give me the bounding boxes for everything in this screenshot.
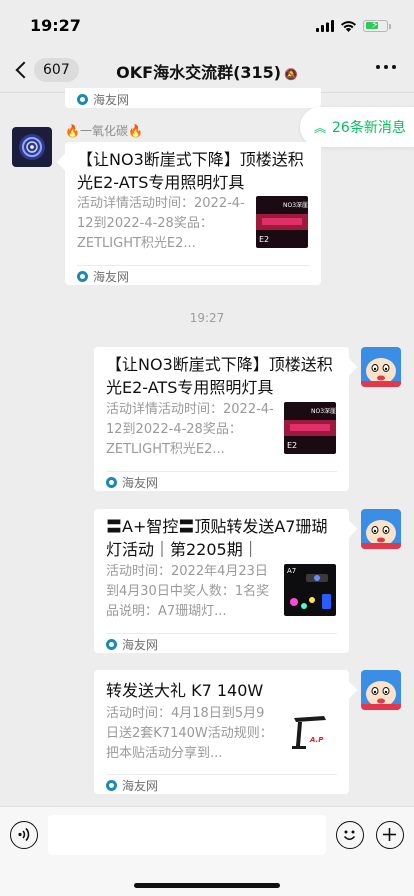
card-thumbnail: NO3深崖 50本赠画 E2	[284, 402, 336, 454]
card-title: 【让NO3断崖式下降】顶楼送积光E2-ATS专用照明灯具	[106, 355, 333, 397]
card-title: 转发送大礼 K7 140W	[106, 681, 264, 700]
partial-message-card[interactable]: 海友网	[65, 88, 321, 108]
card-title: 〓A+智控〓顶贴转发送A7珊瑚灯活动｜第2205期｜	[106, 517, 328, 559]
new-messages-label: 26条新消息	[332, 120, 406, 136]
message-input[interactable]	[48, 815, 326, 855]
new-messages-button[interactable]: ︽ 26条新消息	[300, 107, 414, 147]
thumb-text: NO3深崖 50本赠画	[283, 201, 308, 209]
card-source: 海友网	[106, 474, 158, 491]
sender-name: 🔥一氧化碳🔥	[65, 124, 143, 138]
card-divider	[106, 633, 337, 634]
card-description: 活动时间：2022年4月23日到4月30日中奖人数：1名奖品说明：A7珊瑚灯..…	[106, 564, 270, 619]
source-logo-icon	[106, 780, 117, 791]
card-thumbnail: NO3深崖 50本赠画 E2	[256, 196, 308, 248]
chat-title: OKF海水交流群(315) 🔕	[0, 59, 414, 83]
svg-text:E2: E2	[259, 235, 269, 244]
status-time: 19:27	[30, 16, 81, 35]
card-description: 活动详情活动时间：2022-4-12到2022-4-28奖品：ZETLIGHT积…	[106, 402, 274, 457]
source-logo-icon	[77, 271, 88, 282]
avatar[interactable]	[361, 509, 401, 549]
double-chevron-up-icon: ︽	[314, 120, 327, 135]
signal-icon	[316, 19, 334, 32]
battery-icon: ⚡	[363, 18, 391, 32]
card-source-label: 海友网	[122, 638, 159, 652]
card-description: 活动详情活动时间：2022-4-12到2022-4-28奖品：ZETLIGHT积…	[77, 196, 245, 251]
status-icons: ⚡	[316, 18, 391, 32]
svg-text:A7: A7	[287, 567, 296, 575]
voice-icon	[18, 827, 30, 842]
avatar[interactable]	[12, 127, 52, 167]
card-source: 海友网	[106, 636, 158, 653]
smiley-icon	[343, 830, 356, 841]
svg-text:E2: E2	[287, 441, 297, 450]
timestamp: 19:27	[189, 311, 225, 325]
link-card[interactable]: 转发送大礼 K7 140W 活动时间：4月18日到5月9日送2套K7140W活动…	[94, 670, 349, 794]
more-functions-button[interactable]	[376, 821, 404, 849]
source-logo-icon	[77, 94, 88, 105]
card-source: 海友网	[106, 777, 158, 794]
nav-bar: 607 OKF海水交流群(315) 🔕	[0, 47, 414, 93]
card-source: 海友网	[77, 268, 129, 285]
card-description: 活动时间：4月18日到5月9日送2套K7140W活动规则：把本贴活动分享到...	[106, 706, 273, 761]
card-source-label: 海友网	[93, 270, 130, 284]
more-options-button[interactable]	[376, 65, 396, 69]
card-divider	[106, 471, 337, 472]
source-logo-icon	[106, 639, 117, 650]
chat-title-text: OKF海水交流群(315)	[116, 63, 282, 82]
card-divider	[106, 774, 337, 775]
mute-icon: 🔕	[284, 68, 298, 81]
status-bar: 19:27 ⚡	[0, 0, 414, 47]
link-card[interactable]: 【让NO3断崖式下降】顶楼送积光E2-ATS专用照明灯具 活动详情活动时间：20…	[65, 142, 321, 285]
emoji-button[interactable]	[336, 821, 364, 849]
card-source-label: 海友网	[122, 476, 159, 490]
link-card[interactable]: 〓A+智控〓顶贴转发送A7珊瑚灯活动｜第2205期｜ 活动时间：2022年4月2…	[94, 509, 349, 653]
card-source: 海友网	[77, 91, 129, 108]
source-logo-icon	[106, 477, 117, 488]
wifi-icon	[341, 20, 356, 32]
card-divider	[77, 265, 309, 266]
card-source-label: 海友网	[122, 779, 159, 793]
avatar[interactable]	[361, 670, 401, 710]
link-card[interactable]: 【让NO3断崖式下降】顶楼送积光E2-ATS专用照明灯具 活动详情活动时间：20…	[94, 347, 349, 491]
card-thumbnail: A.P	[284, 706, 336, 758]
thumb-text: NO3深崖 50本赠画	[311, 407, 336, 415]
plus-icon	[383, 828, 396, 841]
svg-text:A.P: A.P	[309, 736, 324, 744]
voice-button[interactable]	[10, 821, 38, 849]
home-indicator	[134, 883, 280, 888]
card-title: 【让NO3断崖式下降】顶楼送积光E2-ATS专用照明灯具	[77, 150, 304, 192]
card-source-label: 海友网	[93, 93, 130, 107]
card-thumbnail: A7	[284, 564, 336, 616]
avatar[interactable]	[361, 347, 401, 387]
